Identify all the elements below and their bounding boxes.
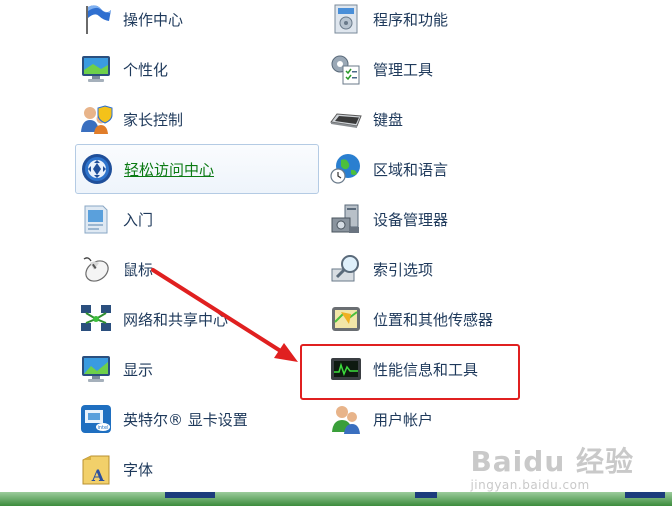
item-mouse[interactable]: 鼠标: [75, 246, 319, 292]
programs-icon: [334, 4, 358, 34]
item-region-language[interactable]: 区域和语言: [325, 146, 565, 192]
item-label: 英特尔® 显卡设置: [123, 410, 248, 429]
network-icon: [81, 305, 111, 331]
flag-icon: [86, 5, 111, 34]
item-indexing-options[interactable]: 索引选项: [325, 246, 565, 292]
keyboard-icon: [330, 113, 362, 128]
svg-text:intel: intel: [98, 425, 109, 431]
item-device-manager[interactable]: 设备管理器: [325, 196, 565, 242]
item-keyboard[interactable]: 键盘: [325, 96, 565, 142]
item-label: 轻松访问中心: [124, 160, 215, 179]
item-admin-tools[interactable]: 管理工具: [325, 46, 565, 92]
item-personalization[interactable]: 个性化: [75, 46, 319, 92]
ease-of-access-icon: [82, 154, 112, 184]
item-label: 索引选项: [373, 260, 434, 279]
item-parental-controls[interactable]: 家长控制: [75, 96, 319, 142]
item-label: 显示: [123, 360, 154, 379]
device-manager-icon: [331, 204, 359, 233]
item-label: 设备管理器: [373, 210, 449, 229]
item-user-accounts[interactable]: 用户帐户: [325, 396, 565, 442]
item-label: 鼠标: [123, 260, 154, 279]
item-action-center[interactable]: 操作中心: [75, 0, 319, 42]
user-accounts-icon: [332, 406, 360, 434]
item-label: 网络和共享中心: [123, 310, 229, 329]
item-label: 程序和功能: [373, 10, 449, 29]
watermark-logo: Baidu 经验: [470, 445, 634, 478]
admin-tools-icon: [331, 55, 360, 85]
item-label: 位置和其他传感器: [373, 310, 494, 329]
mouse-icon: [83, 257, 109, 282]
cut-off-fragment: [625, 492, 665, 498]
item-label: 操作中心: [123, 10, 184, 29]
getting-started-icon: [84, 205, 108, 234]
item-fonts[interactable]: A 字体: [75, 446, 319, 492]
item-label: 字体: [123, 460, 154, 479]
item-getting-started[interactable]: 入门: [75, 196, 319, 242]
location-sensor-icon: [332, 307, 360, 331]
item-label: 区域和语言: [373, 160, 449, 179]
watermark: Baidu 经验 jingyan.baidu.com: [470, 440, 634, 492]
intel-graphics-icon: intel: [81, 405, 111, 433]
globe-icon: [330, 154, 360, 184]
item-intel-graphics[interactable]: intel 英特尔® 显卡设置: [75, 396, 319, 442]
watermark-url: jingyan.baidu.com: [470, 478, 590, 492]
cut-off-fragment: [415, 492, 437, 498]
svg-text:A: A: [91, 466, 105, 485]
item-network-sharing[interactable]: 网络和共享中心: [75, 296, 319, 342]
item-location-sensors[interactable]: 位置和其他传感器: [325, 296, 565, 342]
item-ease-of-access[interactable]: 轻松访问中心: [75, 144, 319, 194]
highlight-box: [300, 344, 520, 400]
item-label: 个性化: [123, 60, 169, 79]
item-label: 键盘: [373, 110, 404, 129]
item-programs-features[interactable]: 程序和功能: [325, 0, 565, 42]
bottom-strip: [0, 492, 672, 506]
cut-off-fragment: [165, 492, 215, 498]
item-label: 家长控制: [123, 110, 184, 129]
fonts-icon: A: [82, 455, 110, 485]
item-display[interactable]: 显示: [75, 346, 319, 392]
item-label: 入门: [123, 210, 154, 229]
display-icon: [82, 356, 110, 382]
item-label: 管理工具: [373, 60, 434, 79]
parental-controls-icon: [81, 105, 113, 134]
indexing-icon: [331, 255, 359, 282]
item-label: 用户帐户: [373, 410, 434, 429]
personalization-icon: [82, 56, 110, 82]
